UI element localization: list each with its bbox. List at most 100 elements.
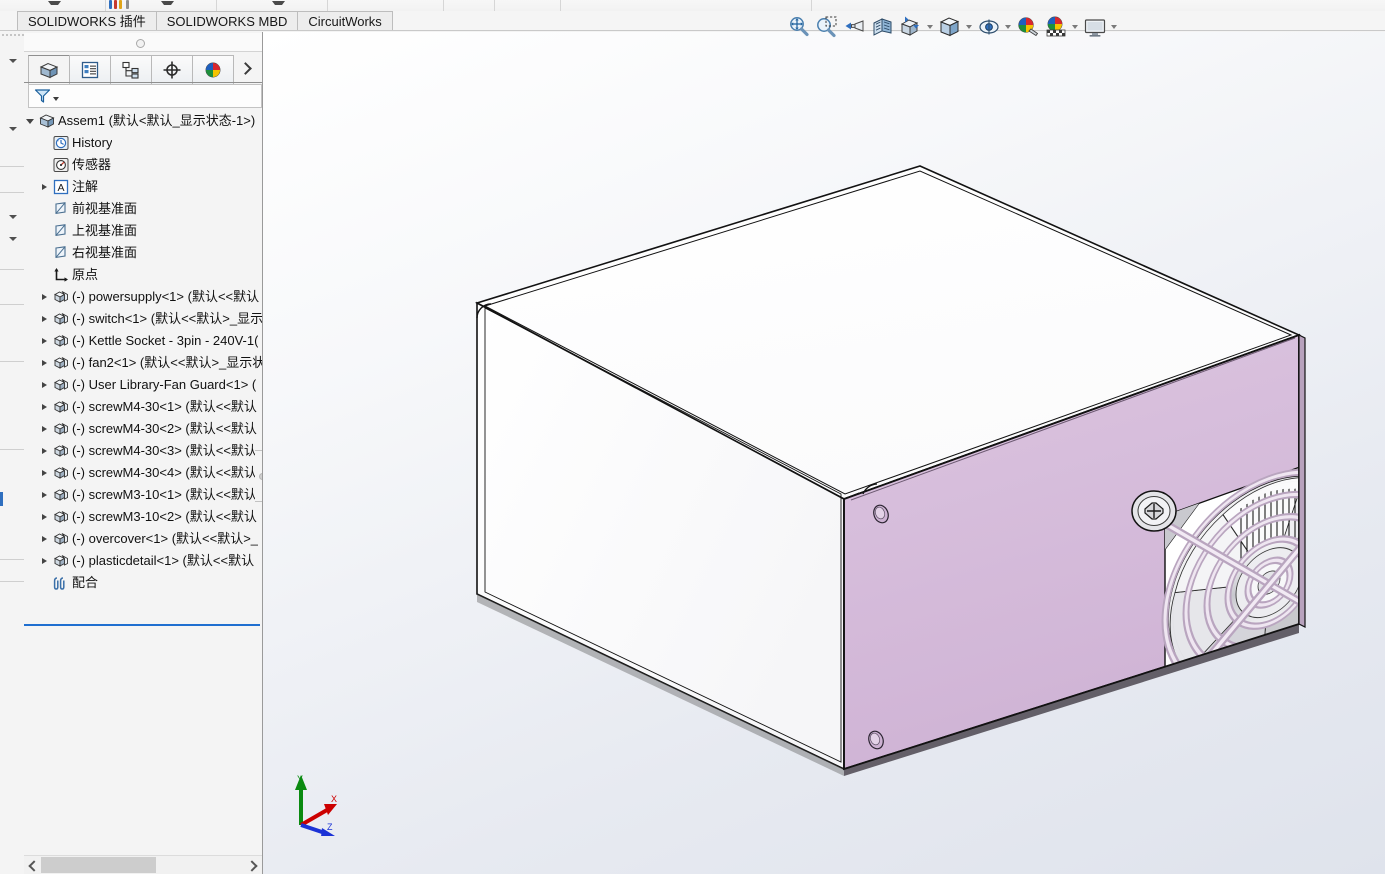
tab-circuitworks[interactable]: CircuitWorks: [297, 11, 393, 31]
ribbon-cell[interactable]: [217, 0, 328, 11]
tree-item-screwm3-10-1[interactable]: (-) screwM3-10<1> (默认<<默认: [24, 484, 262, 506]
chevron-down-icon[interactable]: [48, 1, 61, 10]
tree-item-screwm4-30-2[interactable]: (-) screwM4-30<2> (默认<<默认: [24, 418, 262, 440]
tree-item-assem1[interactable]: Assem1 (默认<默认_显示状态-1>): [24, 110, 262, 132]
tree-item-top-plane[interactable]: 上视基准面: [24, 220, 262, 242]
tree-item-label: (-) screwM3-10<1> (默认<<默认: [72, 487, 257, 502]
expand-toggle-icon[interactable]: [38, 528, 52, 550]
hide-show-items-icon[interactable]: [976, 14, 1002, 40]
chevron-down-icon[interactable]: [53, 97, 59, 101]
view-settings-display-icon[interactable]: [1082, 14, 1108, 40]
expand-toggle-icon[interactable]: [38, 176, 52, 198]
tree-item-origin[interactable]: 原点: [24, 264, 262, 286]
tree-item-fan2[interactable]: (-) fan2<1> (默认<<默认>_显示状: [24, 352, 262, 374]
chevron-down-icon[interactable]: [1004, 14, 1013, 40]
more-tabs-button[interactable]: [233, 55, 259, 83]
tree-item-history[interactable]: History: [24, 132, 262, 154]
ribbon-cell[interactable]: [444, 0, 495, 11]
zoom-to-fit-icon[interactable]: [786, 14, 812, 40]
expand-toggle-icon[interactable]: [38, 506, 52, 528]
ribbon-cell[interactable]: [0, 0, 106, 11]
tree-item-mates[interactable]: 配合: [24, 572, 262, 594]
tree-item-sensors[interactable]: 传感器: [24, 154, 262, 176]
plane-icon: [52, 242, 72, 264]
chevron-down-icon[interactable]: [1071, 14, 1080, 40]
expand-toggle-icon[interactable]: [38, 440, 52, 462]
chevron-down-icon[interactable]: [272, 1, 285, 10]
feature-manager-panel: Assem1 (默认<默认_显示状态-1>) History 传感器 A 注解前视基准面…: [0, 32, 263, 874]
ribbon-cell[interactable]: [106, 0, 217, 11]
configuration-manager-tab[interactable]: [110, 55, 152, 85]
dimxpert-manager-tab[interactable]: [151, 55, 193, 85]
feature-manager-tab[interactable]: [28, 55, 70, 85]
panel-splitter-handle[interactable]: [255, 450, 262, 502]
tree-item-screwm4-30-4[interactable]: (-) screwM4-30<4> (默认<<默认: [24, 462, 262, 484]
tree-item-right-plane[interactable]: 右视基准面: [24, 242, 262, 264]
graphics-viewport[interactable]: Y X Z: [263, 32, 1385, 874]
scroll-left-arrow[interactable]: [24, 856, 41, 874]
tree-item-screwm4-30-1[interactable]: (-) screwM4-30<1> (默认<<默认: [24, 396, 262, 418]
expand-toggle-icon[interactable]: [38, 308, 52, 330]
mates-icon: [52, 572, 72, 594]
component-icon: [52, 374, 72, 396]
ribbon-cell[interactable]: [328, 0, 444, 11]
chevron-down-icon[interactable]: [161, 1, 174, 10]
chevron-down-icon[interactable]: [9, 215, 17, 219]
solidworks-window: SOLIDWORKS 插件 SOLIDWORKS MBD CircuitWork…: [0, 0, 1385, 874]
section-view-icon[interactable]: [870, 14, 896, 40]
chevron-down-icon[interactable]: [9, 127, 17, 131]
tree-item-label: (-) screwM4-30<1> (默认<<默认: [72, 399, 257, 414]
tree-item-plasticdetail[interactable]: (-) plasticdetail<1> (默认<<默认: [24, 550, 262, 572]
apply-scene-icon[interactable]: [1043, 14, 1069, 40]
tree-item-powersupply[interactable]: (-) powersupply<1> (默认<<默认: [24, 286, 262, 308]
tree-item-kettle-socket[interactable]: (-) Kettle Socket - 3pin - 240V-1(: [24, 330, 262, 352]
ribbon-cell[interactable]: [561, 0, 812, 11]
previous-view-icon[interactable]: [842, 14, 868, 40]
chevron-down-icon[interactable]: [965, 14, 974, 40]
chevron-down-icon[interactable]: [926, 14, 935, 40]
expand-toggle-icon[interactable]: [38, 484, 52, 506]
expand-toggle-icon[interactable]: [38, 286, 52, 308]
zoom-to-area-icon[interactable]: [814, 14, 840, 40]
expand-toggle-icon[interactable]: [38, 462, 52, 484]
tree-item-label: (-) screwM4-30<4> (默认<<默认: [72, 465, 257, 480]
tree-item-screwm4-30-3[interactable]: (-) screwM4-30<3> (默认<<默认: [24, 440, 262, 462]
tree-item-front-plane[interactable]: 前视基准面: [24, 198, 262, 220]
tree-item-screwm3-10-2[interactable]: (-) screwM3-10<2> (默认<<默认: [24, 506, 262, 528]
chevron-down-icon[interactable]: [9, 59, 17, 63]
tree-item-label: (-) screwM4-30<2> (默认<<默认: [72, 421, 257, 436]
edit-appearance-icon[interactable]: [1015, 14, 1041, 40]
tab-solidworks-addins[interactable]: SOLIDWORKS 插件: [17, 11, 157, 31]
tab-solidworks-mbd[interactable]: SOLIDWORKS MBD: [155, 11, 299, 31]
expand-toggle-icon[interactable]: [38, 330, 52, 352]
tree-item-switch[interactable]: (-) switch<1> (默认<<默认>_显示: [24, 308, 262, 330]
tree-item-annotations[interactable]: A 注解: [24, 176, 262, 198]
display-style-icon[interactable]: [937, 14, 963, 40]
tree-item-overcover[interactable]: (-) overcover<1> (默认<<默认>_: [24, 528, 262, 550]
expand-toggle-icon[interactable]: [24, 110, 38, 132]
tree-item-fan-guard[interactable]: (-) User Library-Fan Guard<1> (: [24, 374, 262, 396]
scroll-right-arrow[interactable]: [245, 856, 262, 874]
chevron-down-icon[interactable]: [1110, 14, 1119, 40]
pin-icon[interactable]: [136, 39, 145, 48]
tree-horizontal-scrollbar[interactable]: [24, 855, 262, 874]
property-manager-tab[interactable]: [69, 55, 111, 85]
chevron-down-icon[interactable]: [9, 237, 17, 241]
feature-tree[interactable]: Assem1 (默认<默认_显示状态-1>) History 传感器 A 注解前视基准面…: [24, 110, 262, 800]
expand-toggle-icon[interactable]: [38, 374, 52, 396]
expand-toggle-icon[interactable]: [38, 550, 52, 572]
expand-toggle-icon[interactable]: [38, 352, 52, 374]
tree-item-label: (-) plasticdetail<1> (默认<<默认: [72, 553, 255, 568]
tree-filter-bar[interactable]: [28, 84, 262, 108]
ribbon-cell[interactable]: [495, 0, 561, 11]
tree-item-label: (-) Kettle Socket - 3pin - 240V-1(: [72, 333, 259, 348]
triad-axis-x: X: [300, 794, 337, 827]
display-manager-tab[interactable]: [192, 55, 234, 85]
scrollbar-thumb[interactable]: [41, 857, 156, 873]
view-orientation-icon[interactable]: [898, 14, 924, 40]
expand-toggle-icon[interactable]: [38, 418, 52, 440]
expand-toggle-icon[interactable]: [38, 396, 52, 418]
tree-item-label: 前视基准面: [72, 201, 138, 216]
